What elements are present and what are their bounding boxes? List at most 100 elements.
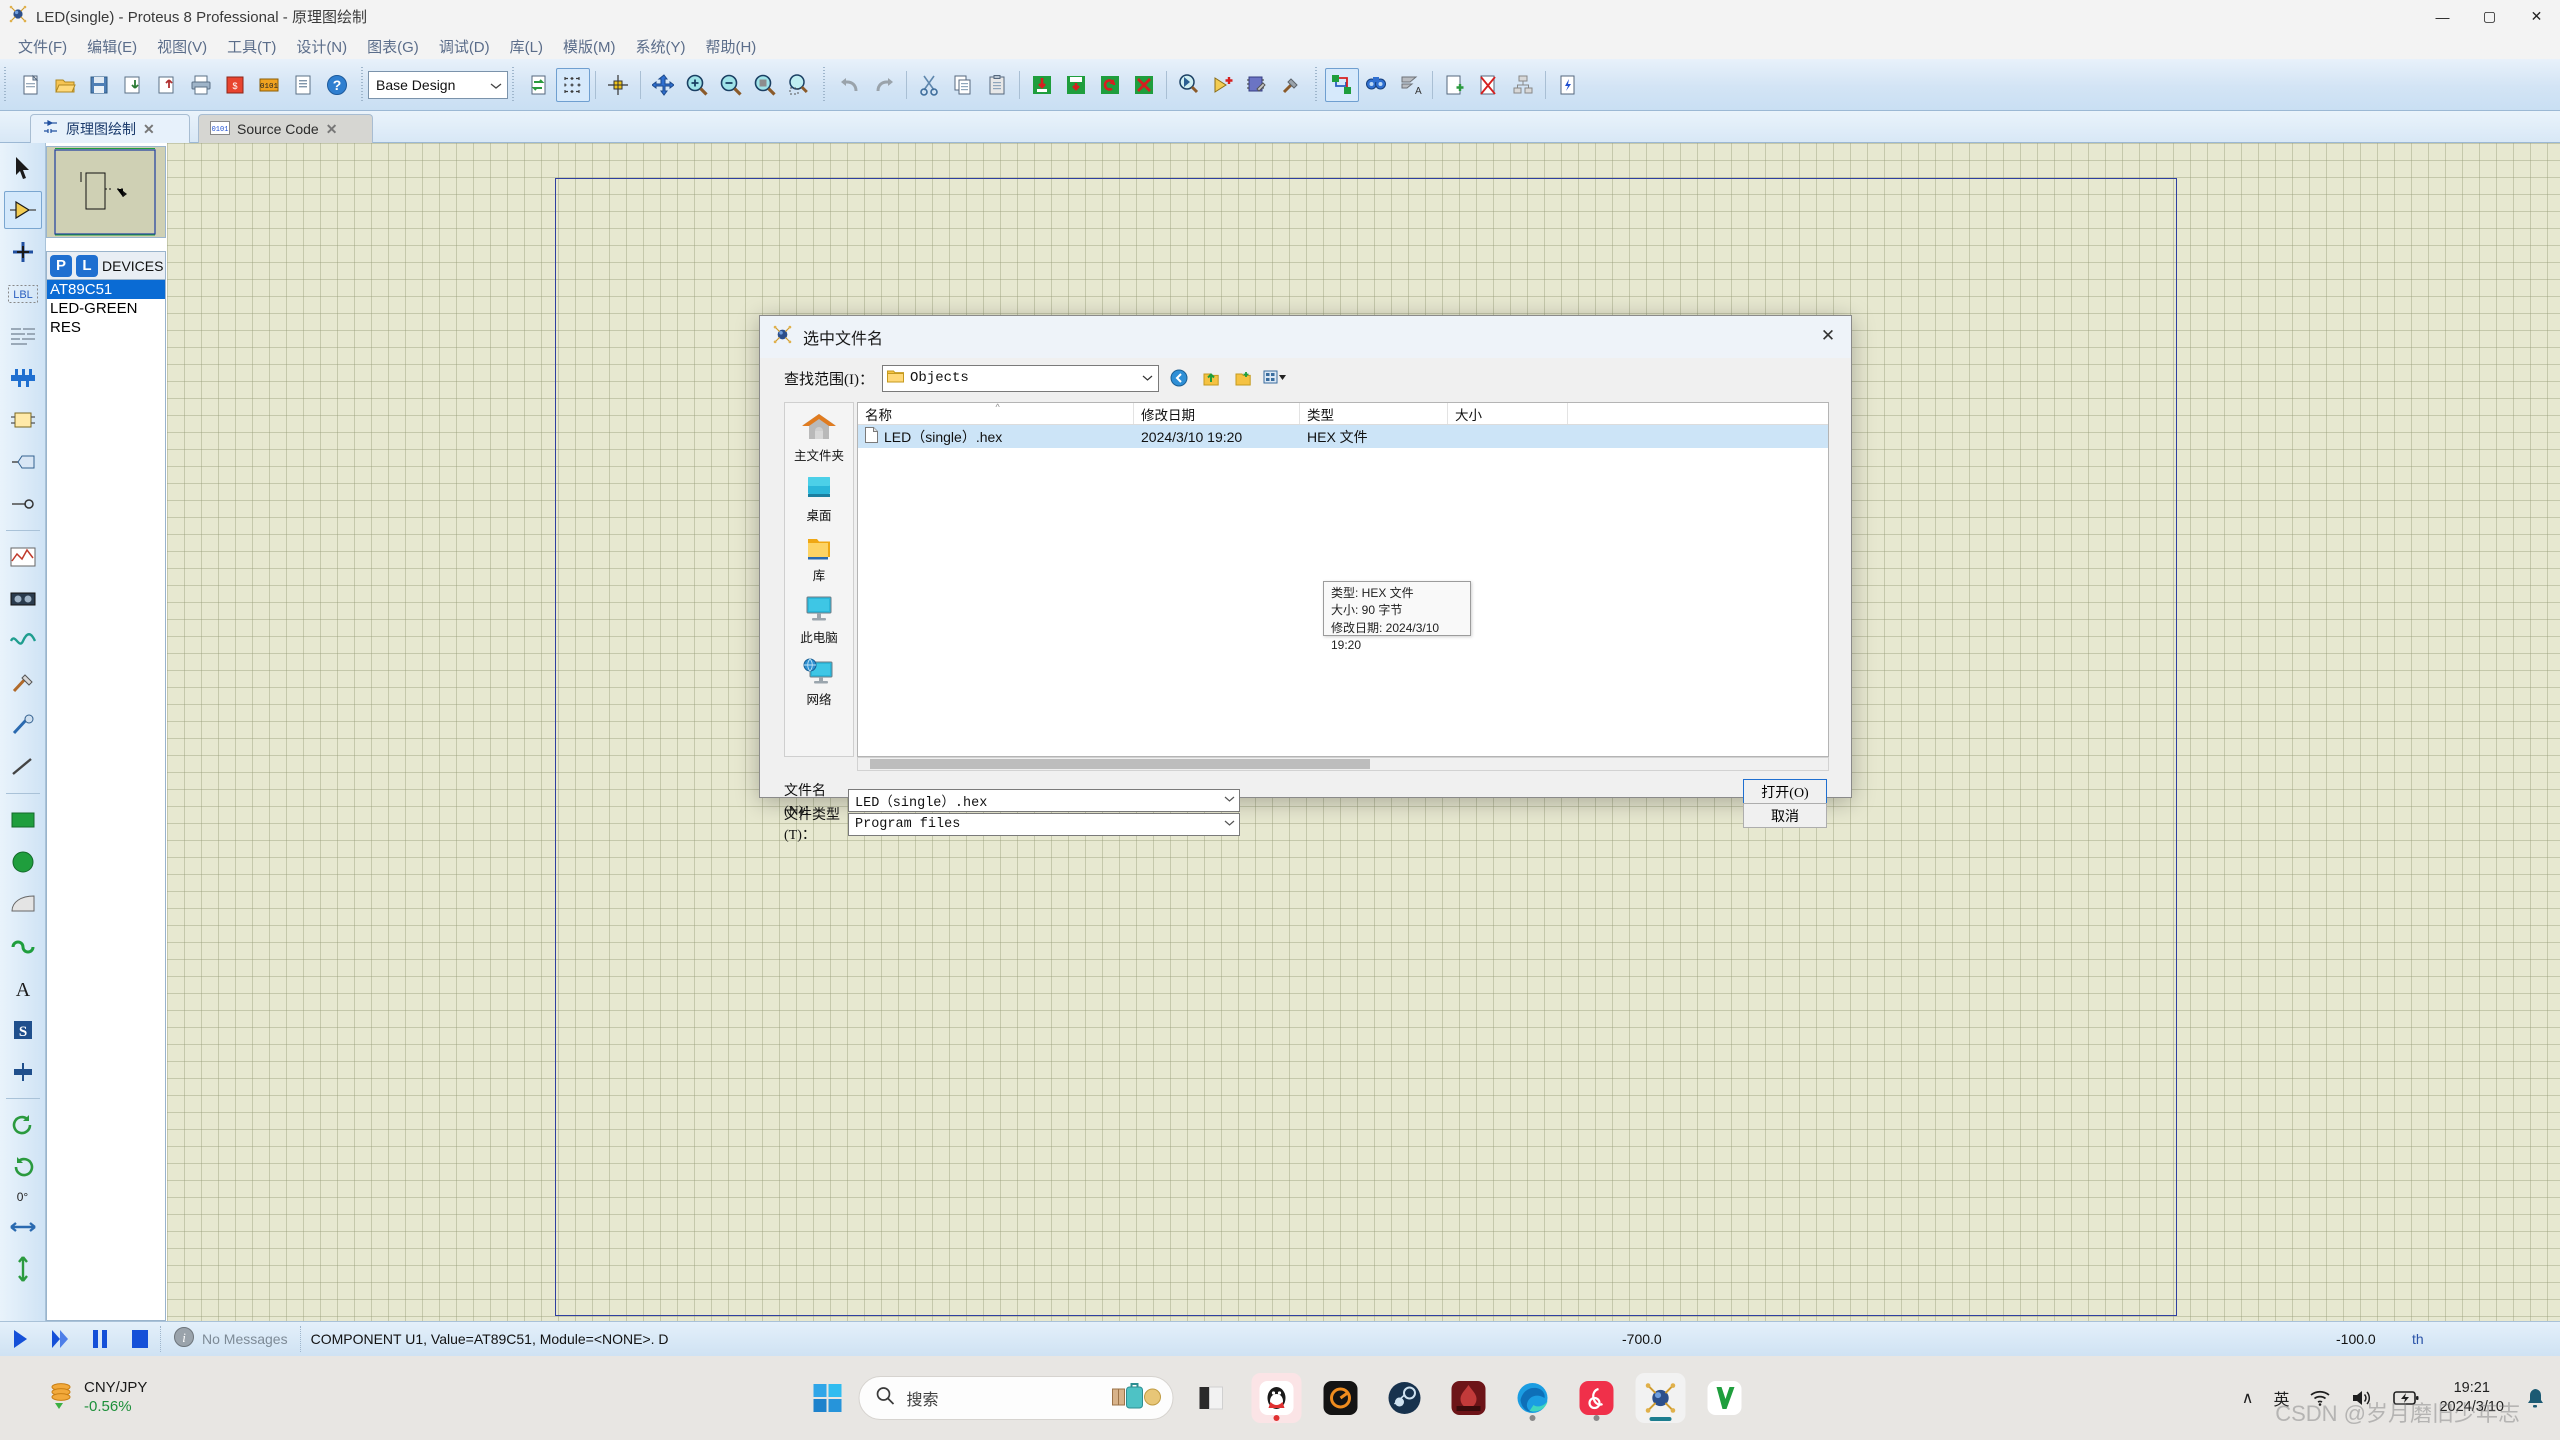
make-device-icon[interactable] [1206, 68, 1240, 102]
rotate-counterclockwise-icon[interactable] [4, 1148, 42, 1186]
bell-icon[interactable] [2524, 1387, 2546, 1409]
chevron-down-icon[interactable] [1223, 817, 1236, 832]
clock[interactable]: 19:21 2024/3/10 [2439, 1379, 2504, 1417]
dialog-close-button[interactable]: ✕ [1809, 320, 1847, 352]
messages-area[interactable]: i No Messages [161, 1324, 300, 1354]
place-desktop[interactable]: 桌面 [785, 475, 853, 524]
bom-icon[interactable]: $ [218, 68, 252, 102]
proteus-icon[interactable] [1635, 1373, 1686, 1423]
help-icon[interactable]: ? [320, 68, 354, 102]
arc-icon[interactable] [4, 885, 42, 923]
subcircuit-icon[interactable] [4, 401, 42, 439]
rotate-clockwise-icon[interactable] [4, 1106, 42, 1144]
search-and-tag-icon[interactable] [1359, 68, 1393, 102]
stop-icon[interactable] [120, 1323, 160, 1355]
box-icon[interactable] [4, 801, 42, 839]
new-project-icon[interactable] [14, 68, 48, 102]
junction-dot-icon[interactable] [4, 233, 42, 271]
menu-file[interactable]: 文件(F) [8, 34, 77, 59]
save-project-icon[interactable] [82, 68, 116, 102]
selection-mode-icon[interactable] [4, 149, 42, 187]
undo-icon[interactable] [833, 68, 867, 102]
mirror-vertical-icon[interactable] [4, 1250, 42, 1288]
maximize-button[interactable]: ▢ [2466, 0, 2513, 33]
component-mode-icon[interactable] [3, 191, 42, 229]
open-button[interactable]: 打开(O) [1743, 779, 1827, 804]
file-row[interactable]: LED（single）.hex 2024/3/10 19:20 HEX 文件 [858, 425, 1828, 448]
menu-view[interactable]: 视图(V) [147, 34, 217, 59]
current-probe-icon[interactable] [4, 706, 42, 744]
menu-library[interactable]: 库(L) [500, 34, 553, 59]
close-icon[interactable]: ✕ [143, 121, 155, 138]
decompose-icon[interactable] [1274, 68, 1308, 102]
remove-sheet-icon[interactable] [1472, 68, 1506, 102]
naraka-icon[interactable] [1444, 1373, 1494, 1423]
windows-start-icon[interactable] [811, 1381, 845, 1415]
new-folder-icon[interactable] [1231, 366, 1255, 390]
menu-help[interactable]: 帮助(H) [695, 34, 766, 59]
paste-icon[interactable] [980, 68, 1014, 102]
block-copy-icon[interactable] [1025, 68, 1059, 102]
library-button[interactable]: L [76, 254, 98, 277]
toolbar-gripper-4[interactable] [822, 66, 827, 103]
menu-design[interactable]: 设计(N) [286, 34, 357, 59]
circle-icon[interactable] [4, 843, 42, 881]
up-folder-icon[interactable] [1199, 366, 1223, 390]
redo-icon[interactable] [867, 68, 901, 102]
column-header-size[interactable]: 大小 [1448, 403, 1568, 424]
cut-icon[interactable] [912, 68, 946, 102]
volume-icon[interactable] [2351, 1389, 2373, 1407]
zoom-in-icon[interactable] [680, 68, 714, 102]
generator-icon[interactable] [4, 622, 42, 660]
virtual-instrument-icon[interactable] [4, 748, 42, 786]
open-project-icon[interactable] [48, 68, 82, 102]
menu-template[interactable]: 模版(M) [553, 34, 626, 59]
keil-icon[interactable] [1700, 1373, 1750, 1423]
qq-icon[interactable] [1251, 1373, 1302, 1423]
pan-icon[interactable] [646, 68, 680, 102]
import-icon[interactable] [116, 68, 150, 102]
wifi-icon[interactable] [2309, 1389, 2331, 1407]
cancel-button[interactable]: 取消 [1743, 803, 1827, 828]
place-network[interactable]: 网络 [785, 657, 853, 708]
device-pin-icon[interactable] [4, 485, 42, 523]
place-this-pc[interactable]: 此电脑 [785, 595, 853, 646]
packaging-tool-icon[interactable] [1240, 68, 1274, 102]
terminal-icon[interactable] [4, 443, 42, 481]
menu-tools[interactable]: 工具(T) [217, 34, 286, 59]
block-rotate-icon[interactable] [1093, 68, 1127, 102]
steam-icon[interactable] [1380, 1373, 1430, 1423]
tape-recorder-icon[interactable] [4, 580, 42, 618]
file-type-select[interactable]: Program files [848, 812, 1240, 836]
netease-music-icon[interactable] [1572, 1373, 1622, 1423]
device-item[interactable]: RES [47, 318, 165, 337]
voltage-probe-icon[interactable] [4, 664, 42, 702]
place-home[interactable]: 主文件夹 [785, 411, 853, 464]
marker-icon[interactable] [4, 1053, 42, 1091]
origin-icon[interactable] [601, 68, 635, 102]
device-item[interactable]: LED-GREEN [47, 299, 165, 318]
device-item[interactable]: AT89C51 [47, 280, 165, 299]
design-selector[interactable]: Base Design [368, 70, 508, 99]
export-icon[interactable] [150, 68, 184, 102]
view-mode-icon[interactable] [1263, 366, 1287, 390]
path-icon[interactable] [4, 927, 42, 965]
chevron-down-icon[interactable] [1141, 369, 1154, 387]
tray-overflow-icon[interactable]: ∧ [2242, 1388, 2254, 1408]
toolbar-gripper-2[interactable] [360, 66, 365, 103]
toggle-grid-icon[interactable] [556, 67, 590, 102]
zoom-area-icon[interactable] [782, 68, 816, 102]
wire-autorouter-icon[interactable] [1325, 67, 1359, 102]
devices-list[interactable]: AT89C51 LED-GREEN RES [46, 279, 166, 1321]
print-icon[interactable] [184, 68, 218, 102]
search-input[interactable]: 搜索 [858, 1376, 1174, 1420]
ime-indicator[interactable]: 英 [2273, 1386, 2289, 1410]
text-script-icon[interactable] [4, 317, 42, 355]
menu-graph[interactable]: 图表(G) [357, 34, 429, 59]
wire-label-icon[interactable]: LBL [4, 275, 42, 313]
copy-icon[interactable] [946, 68, 980, 102]
menu-system[interactable]: 系统(Y) [625, 34, 695, 59]
toolbar-gripper-3[interactable] [511, 66, 516, 103]
toolbar-gripper[interactable] [3, 66, 8, 103]
close-button[interactable]: ✕ [2513, 0, 2560, 33]
